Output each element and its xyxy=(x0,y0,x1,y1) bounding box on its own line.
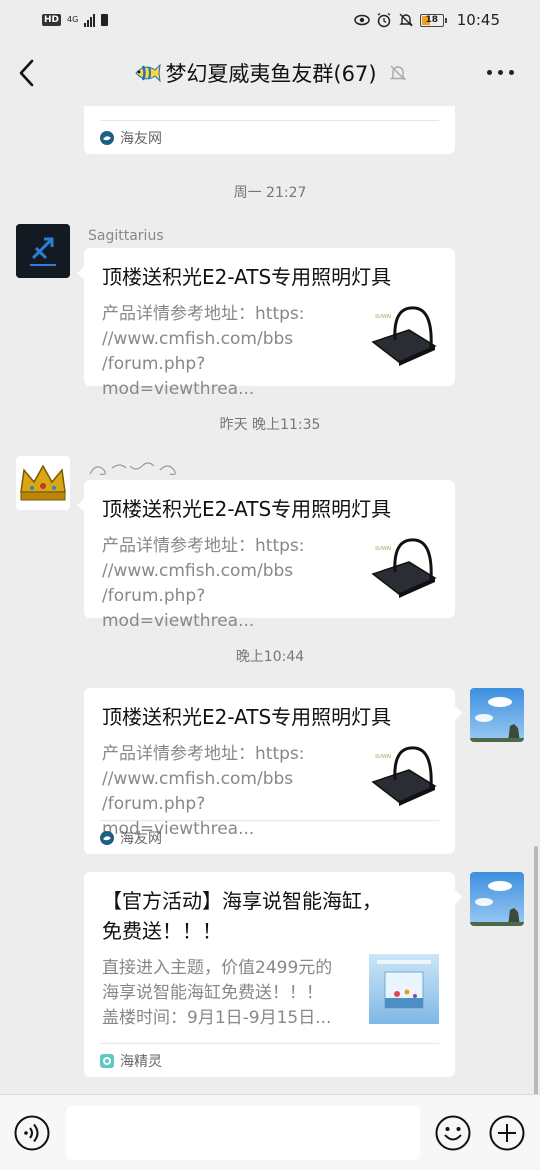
link-card[interactable]: 【官方活动】海享说智能海缸， 免费送！！！ 直接进入主题，价值2499元的 海享… xyxy=(84,872,455,1077)
status-right: 18 10:45 xyxy=(354,11,500,29)
clock: 10:45 xyxy=(456,11,500,29)
eye-icon xyxy=(354,14,370,26)
chat-list[interactable]: 海友网 周一 21:27 Sagittarius 顶楼送积光E2-ATS专用照明… xyxy=(0,106,540,1094)
card-title: 顶楼送积光E2-ATS专用照明灯具 xyxy=(102,497,392,521)
card-source-label: 海精灵 xyxy=(120,1053,162,1070)
my-avatar[interactable] xyxy=(470,872,524,926)
card-source: 海友网 xyxy=(100,820,439,854)
lamp-thumbnail-icon: SUWAI xyxy=(369,300,439,370)
status-bar: HD 4G 18 10:45 xyxy=(0,0,540,40)
crown-avatar-icon xyxy=(16,456,70,510)
timestamp: 周一 21:27 xyxy=(233,185,307,201)
card-title: 【官方活动】海享说智能海缸， 免费送！！！ xyxy=(102,889,382,943)
alarm-icon xyxy=(377,12,391,28)
card-title: 顶楼送积光E2-ATS专用照明灯具 xyxy=(102,265,392,289)
link-card[interactable]: 顶楼送积光E2-ATS专用照明灯具 产品详情参考地址：https: //www.… xyxy=(84,480,455,631)
fish-icon xyxy=(135,63,162,83)
bell-off-icon xyxy=(389,65,406,81)
card-description: 直接进入主题，价值2499元的 海享说智能海缸免费送！！！ 盖楼时间：9月1日-… xyxy=(102,958,333,1028)
sender-name: Sagittarius xyxy=(88,228,164,244)
link-card[interactable]: 顶楼送积光E2-ATS专用照明灯具 产品详情参考地址：https: //www.… xyxy=(84,688,455,854)
svg-text:SUWAI: SUWAI xyxy=(375,314,391,320)
link-card[interactable]: 顶楼送积光E2-ATS专用照明灯具 产品详情参考地址：https: //www.… xyxy=(84,248,455,399)
card-source-label: 海友网 xyxy=(120,830,162,847)
sky-avatar-icon xyxy=(470,688,524,742)
scrollbar[interactable] xyxy=(534,846,538,1094)
network-label: 4G xyxy=(67,15,79,24)
sagittarius-avatar-icon xyxy=(16,224,70,278)
timestamp: 昨天 晚上11:35 xyxy=(219,417,321,433)
ornament-nickname-icon xyxy=(89,462,176,476)
my-avatar[interactable] xyxy=(470,688,524,742)
card-title: 顶楼送积光E2-ATS专用照明灯具 xyxy=(102,705,392,729)
lamp-thumbnail-icon: SUWAI xyxy=(369,740,439,810)
haiyou-logo-icon xyxy=(100,830,114,845)
emoji-button[interactable] xyxy=(435,1115,471,1151)
card-description: 产品详情参考地址：https: //www.cmfish.com/bbs /fo… xyxy=(102,304,305,399)
sim-icon xyxy=(101,14,109,26)
svg-text:SUWAI: SUWAI xyxy=(375,754,391,760)
card-description: 产品详情参考地址：https: //www.cmfish.com/bbs /fo… xyxy=(102,536,305,631)
status-left: HD 4G xyxy=(42,13,109,27)
timestamp: 晚上10:44 xyxy=(235,649,305,665)
message-input[interactable] xyxy=(66,1106,420,1160)
mute-status-icon xyxy=(399,13,413,27)
svg-text:SUWAI: SUWAI xyxy=(375,546,391,552)
plus-button[interactable] xyxy=(489,1115,525,1151)
chat-title: 梦幻夏威夷鱼友群(67) xyxy=(165,62,377,86)
battery-level: 18 xyxy=(425,14,439,25)
lamp-thumbnail-icon: SUWAI xyxy=(369,532,439,602)
link-card[interactable]: 海友网 xyxy=(84,106,455,154)
signal-icon xyxy=(84,13,96,27)
haiyou-logo-icon xyxy=(100,130,114,145)
battery-icon: 18 xyxy=(419,13,447,27)
card-source: 海友网 xyxy=(100,120,439,154)
sky-avatar-icon xyxy=(470,872,524,926)
card-source-label: 海友网 xyxy=(120,130,162,147)
more-dots-icon[interactable] xyxy=(487,70,514,75)
card-source: 海精灵 xyxy=(100,1043,439,1077)
avatar[interactable] xyxy=(16,224,70,278)
back-button[interactable] xyxy=(16,58,40,88)
input-bar xyxy=(0,1094,540,1170)
chat-title-group: 梦幻夏威夷鱼友群(67) xyxy=(133,58,406,88)
aquarium-thumbnail-icon xyxy=(369,954,439,1024)
hd-badge: HD xyxy=(42,14,62,26)
haijingling-logo-icon xyxy=(100,1053,114,1068)
voice-button[interactable] xyxy=(14,1115,50,1151)
chat-header: 梦幻夏威夷鱼友群(67) xyxy=(0,40,540,106)
avatar[interactable] xyxy=(16,456,70,510)
